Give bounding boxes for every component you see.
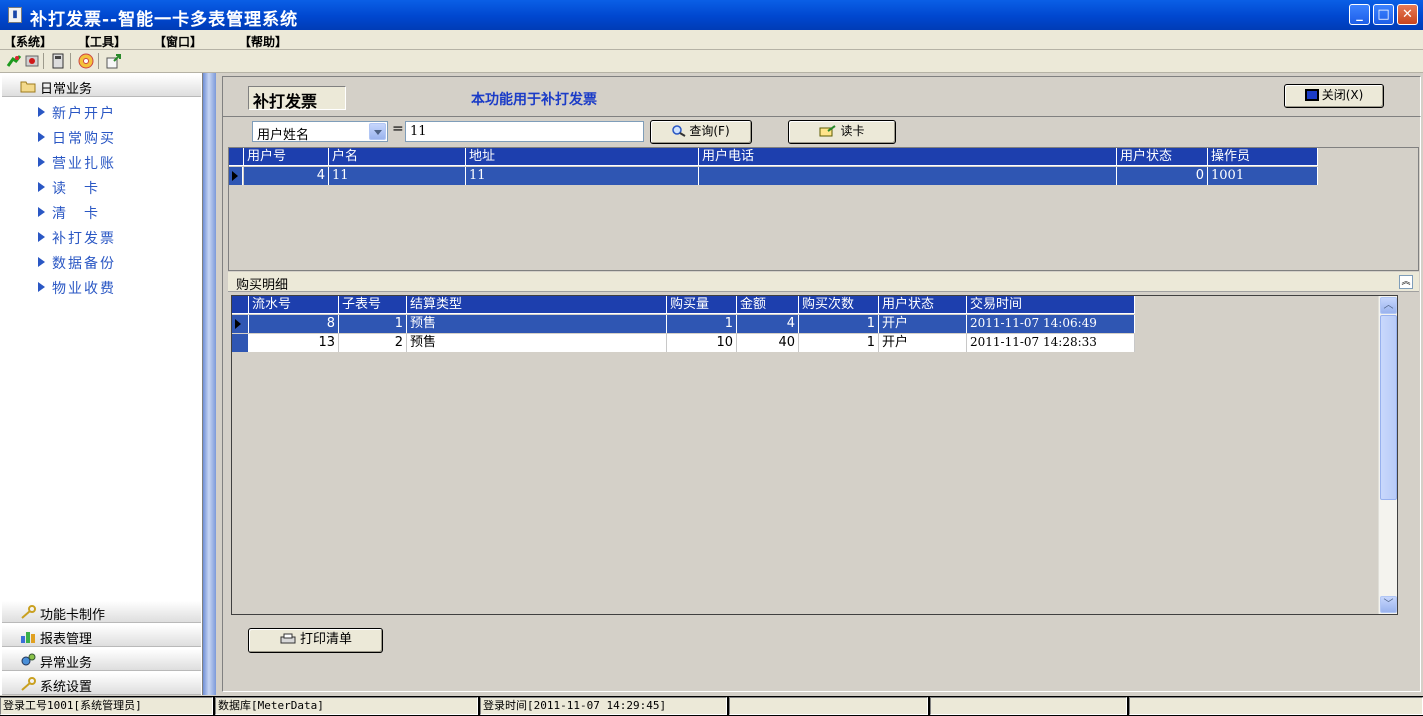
table-row[interactable]: 13 2 预售 10 40 1 开户 2011-11-07 14:28:33 <box>232 334 1135 352</box>
read-card-button[interactable]: 读卡 <box>788 120 896 144</box>
folder-icon <box>20 81 36 93</box>
row-indicator <box>232 334 249 352</box>
row-indicator <box>232 315 249 333</box>
sidebar-item-settlement[interactable]: 营业扎账 <box>38 153 116 173</box>
cd-icon[interactable] <box>78 53 94 69</box>
menu-tools[interactable]: 【工具】 <box>78 33 126 50</box>
sidebar-item-reprint-invoice[interactable]: 补打发票 <box>38 228 116 248</box>
column-amount[interactable]: 金额 <box>737 296 799 314</box>
scroll-thumb[interactable] <box>1380 315 1397 500</box>
column-quantity[interactable]: 购买量 <box>667 296 737 314</box>
scroll-up-icon[interactable]: ︿ <box>1380 297 1397 314</box>
query-button[interactable]: 查询(F) <box>650 120 752 144</box>
search-icon <box>672 125 686 137</box>
print-list-button[interactable]: 打印清单 <box>248 628 383 653</box>
menu-bar: 【系统】 【工具】 【窗口】 【帮助】 <box>0 30 1423 50</box>
calculator-icon[interactable] <box>50 53 66 69</box>
status-login-time: 登录时间[2011-11-07 14:29:45] <box>480 697 727 715</box>
printer-icon <box>280 633 296 644</box>
close-window-button[interactable]: ✕ <box>1397 4 1418 25</box>
sidebar-item-read-card[interactable]: 读 卡 <box>38 178 100 198</box>
table-row[interactable]: 4 11 11 0 1001 <box>229 167 1321 185</box>
maximize-button[interactable]: □ <box>1373 4 1394 25</box>
detail-title: 购买明细 <box>236 278 289 293</box>
toolbar <box>0 50 1423 73</box>
table-row[interactable]: 8 1 预售 1 4 1 开户 2011-11-07 14:06:49 <box>232 315 1135 333</box>
search-field-select[interactable]: 用户姓名 <box>252 121 388 143</box>
minimize-button[interactable]: _ <box>1349 4 1370 25</box>
column-user-status[interactable]: 用户状态 <box>1117 148 1208 166</box>
menu-help[interactable]: 【帮助】 <box>239 33 287 50</box>
page-description: 本功能用于补打发票 <box>471 92 597 108</box>
status-panel-empty <box>1129 697 1423 715</box>
stop-icon[interactable] <box>24 53 40 69</box>
status-login: 登录工号1001[系统管理员] <box>0 697 213 715</box>
sidebar-group-exceptions[interactable]: 异常业务 <box>2 649 201 671</box>
close-panel-icon <box>1304 89 1319 101</box>
sidebar-group-daily[interactable]: 日常业务 <box>2 75 201 97</box>
search-input[interactable]: 11 <box>405 121 644 142</box>
collapse-icon[interactable]: ︽ <box>1399 275 1413 289</box>
run-icon[interactable] <box>6 53 22 69</box>
scroll-down-icon[interactable]: ﹀ <box>1380 596 1397 613</box>
column-user-id[interactable]: 用户号 <box>244 148 329 166</box>
sidebar-item-new-account[interactable]: 新户开户 <box>38 103 116 123</box>
title-bar: ▮ 补打发票--智能一卡多表管理系统 _ □ ✕ <box>0 0 1423 30</box>
column-serial[interactable]: 流水号 <box>249 296 339 314</box>
sidebar-item-backup[interactable]: 数据备份 <box>38 253 116 273</box>
column-settle-type[interactable]: 结算类型 <box>407 296 667 314</box>
status-panel-empty <box>729 697 928 715</box>
sidebar-item-clear-card[interactable]: 清 卡 <box>38 203 100 223</box>
export-icon[interactable] <box>106 53 122 69</box>
row-indicator <box>229 167 243 185</box>
users-grid-header: 用户号 户名 地址 用户电话 用户状态 操作员 <box>229 148 1321 166</box>
status-bar: 登录工号1001[系统管理员] 数据库[MeterData] 登录时间[2011… <box>0 696 1423 716</box>
sidebar-group-reports[interactable]: 报表管理 <box>2 625 201 647</box>
column-operator[interactable]: 操作员 <box>1208 148 1318 166</box>
column-purchase-count[interactable]: 购买次数 <box>799 296 879 314</box>
sidebar-group-function-card[interactable]: 功能卡制作 <box>2 601 201 623</box>
key-icon <box>21 677 36 691</box>
column-name[interactable]: 户名 <box>329 148 466 166</box>
chart-icon <box>21 632 35 643</box>
status-database: 数据库[MeterData] <box>215 697 478 715</box>
detail-section-bar: 购买明细 ︽ <box>228 272 1419 293</box>
key-icon <box>21 605 36 619</box>
menu-system[interactable]: 【系统】 <box>4 33 52 50</box>
sidebar-item-property-fee[interactable]: 物业收费 <box>38 278 116 298</box>
menu-window[interactable]: 【窗口】 <box>154 33 202 50</box>
read-card-icon <box>819 125 837 137</box>
detail-scrollbar[interactable]: ︿ ﹀ <box>1378 296 1397 614</box>
document-icon: ▮ <box>8 7 22 23</box>
gear-icon <box>21 653 36 666</box>
column-phone[interactable]: 用户电话 <box>699 148 1117 166</box>
close-button[interactable]: 关闭(X) <box>1284 84 1384 108</box>
status-panel-empty <box>930 697 1127 715</box>
column-address[interactable]: 地址 <box>466 148 699 166</box>
window-title: 补打发票--智能一卡多表管理系统 <box>30 10 299 30</box>
sidebar-splitter[interactable] <box>203 73 216 695</box>
sidebar: 日常业务 新户开户 日常购买 营业扎账 读 卡 清 卡 补打发票 数据备份 物业… <box>0 73 203 695</box>
operator-label: = <box>392 121 404 137</box>
header-panel <box>222 76 1421 118</box>
column-submeter[interactable]: 子表号 <box>339 296 407 314</box>
detail-grid[interactable]: 流水号 子表号 结算类型 购买量 金额 购买次数 用户状态 交易时间 8 1 预… <box>231 295 1398 615</box>
chevron-down-icon[interactable] <box>369 123 386 140</box>
users-grid[interactable]: 用户号 户名 地址 用户电话 用户状态 操作员 4 11 11 0 1001 <box>228 147 1419 271</box>
detail-grid-header: 流水号 子表号 结算类型 购买量 金额 购买次数 用户状态 交易时间 <box>232 296 1135 314</box>
sidebar-item-daily-purchase[interactable]: 日常购买 <box>38 128 116 148</box>
column-trade-time[interactable]: 交易时间 <box>967 296 1135 314</box>
column-status[interactable]: 用户状态 <box>879 296 967 314</box>
sidebar-group-settings[interactable]: 系统设置 <box>2 673 201 695</box>
page-title: 补打发票 <box>248 86 346 111</box>
